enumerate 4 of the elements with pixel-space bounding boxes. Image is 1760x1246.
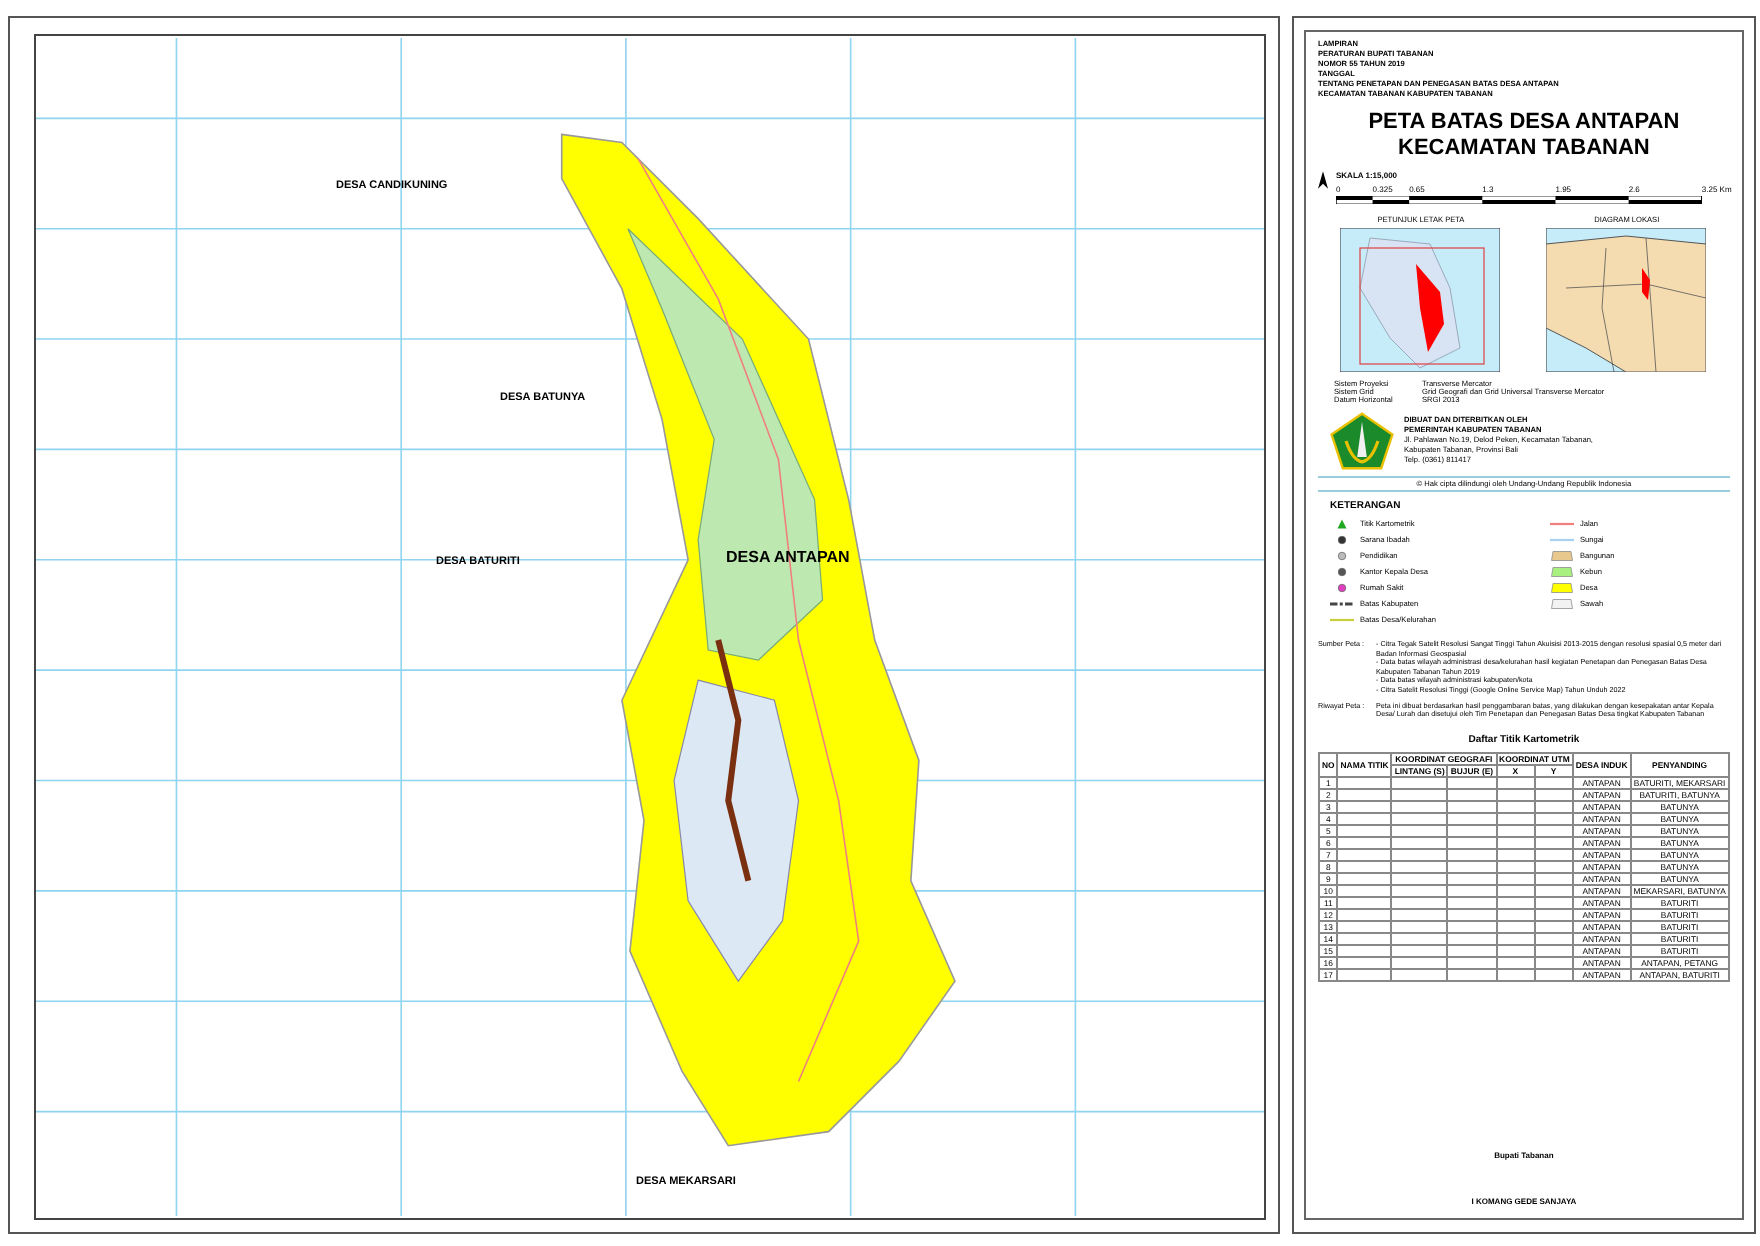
north-arrow-icon <box>1318 170 1328 190</box>
map-title: KECAMATAN TABANAN <box>1396 136 1652 162</box>
map-title: PETA BATAS DESA ANTAPAN <box>1366 110 1682 136</box>
regency-emblem-icon <box>1330 412 1394 470</box>
